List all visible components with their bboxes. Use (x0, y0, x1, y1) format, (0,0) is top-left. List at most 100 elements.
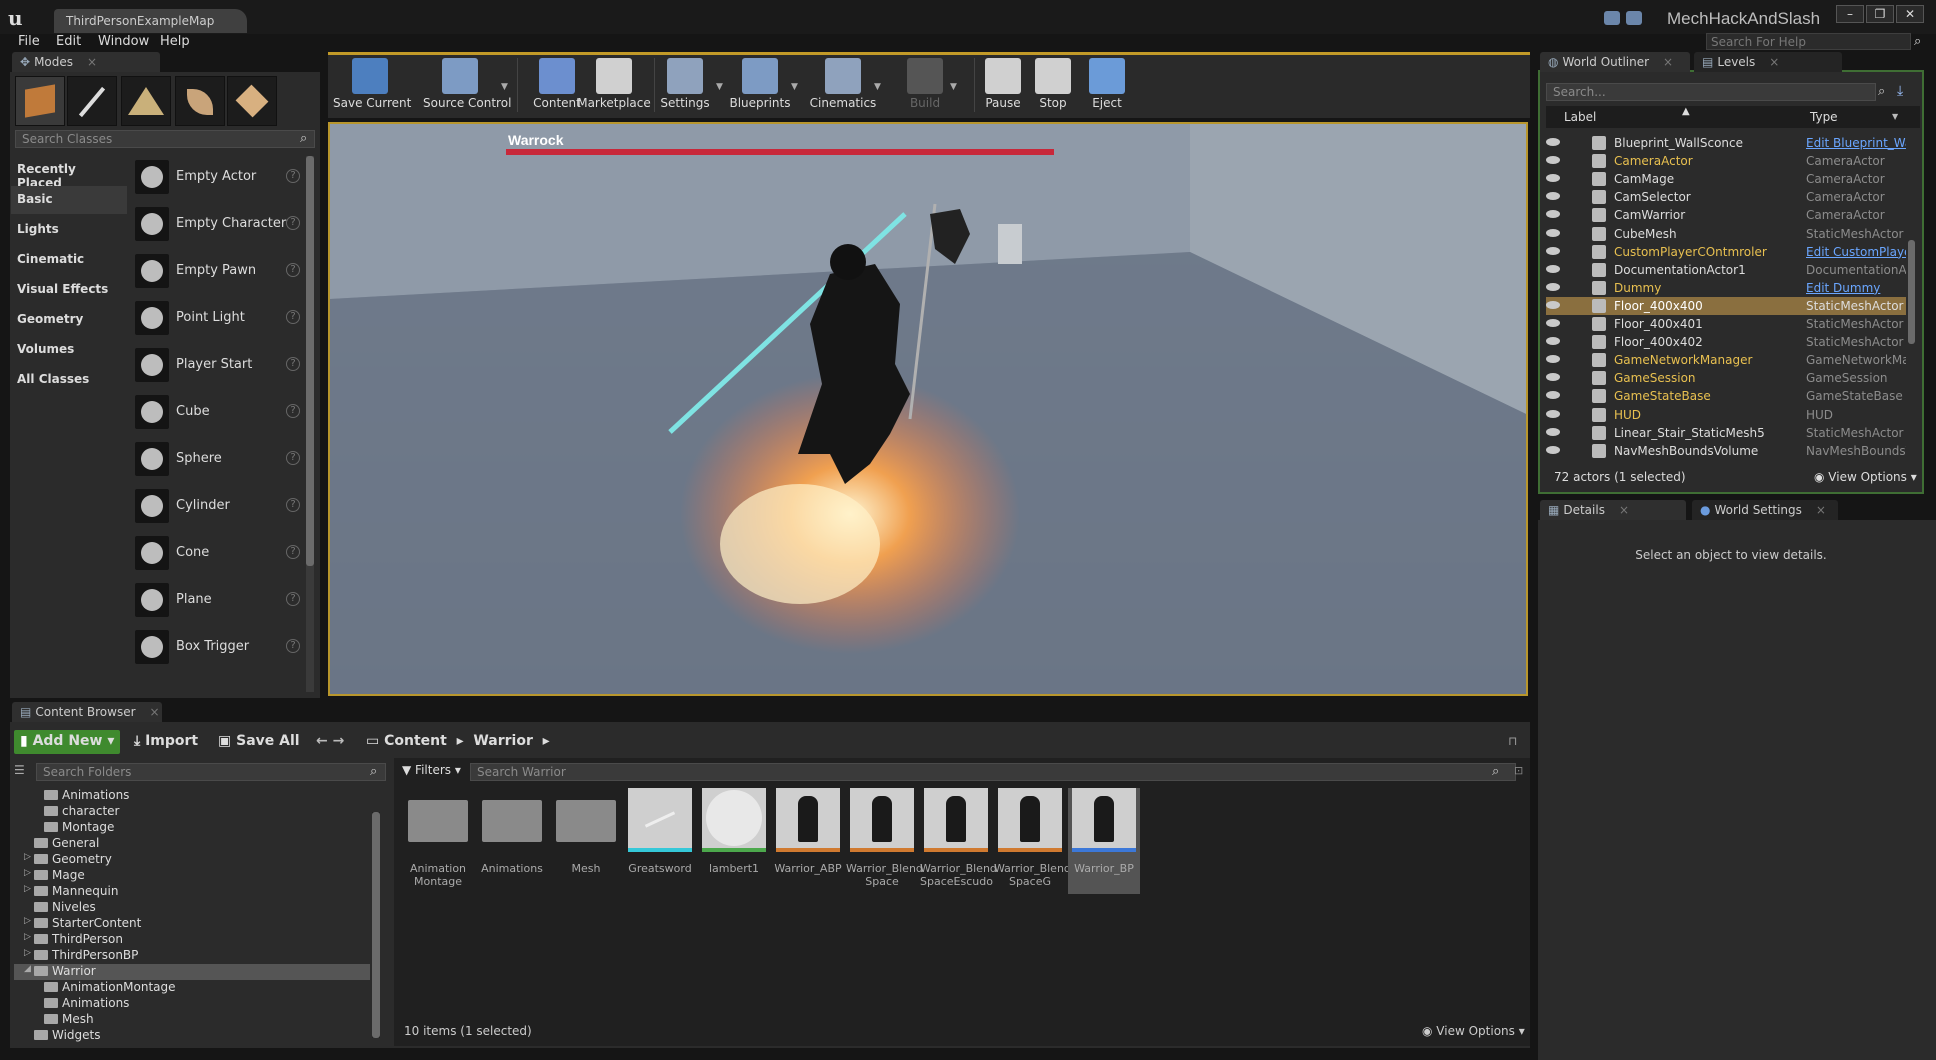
menu-edit[interactable]: Edit (56, 34, 81, 49)
asset-tile[interactable]: Mesh (550, 788, 622, 894)
place-item-cylinder[interactable]: Cylinder ? (130, 483, 302, 528)
close-icon[interactable]: × (1619, 503, 1629, 517)
help-icon[interactable]: ? (286, 263, 300, 277)
paint-mode-button[interactable] (67, 76, 117, 126)
help-icon[interactable]: ? (286, 169, 300, 183)
geometry-mode-button[interactable] (227, 76, 277, 126)
folder-scrollbar-thumb[interactable] (372, 812, 380, 1038)
expand-arrow-icon[interactable]: ◢ (24, 964, 31, 974)
forward-arrow-icon[interactable]: → (333, 733, 345, 749)
visibility-eye-icon[interactable] (1546, 355, 1560, 364)
search-classes-input[interactable]: Search Classes (15, 130, 315, 148)
place-item-empty-character[interactable]: Empty Character ? (130, 201, 302, 246)
outliner-row[interactable]: Linear_Stair_StaticMesh5 StaticMeshActor (1546, 424, 1906, 442)
help-icon[interactable]: ? (286, 310, 300, 324)
chevron-right-icon[interactable]: ▸ (538, 733, 550, 749)
level-viewport[interactable]: Warrock (328, 122, 1528, 696)
breadcrumb-warrior[interactable]: Warrior (473, 733, 533, 749)
modes-tab[interactable]: ✥ Modes × (12, 52, 160, 72)
place-item-plane[interactable]: Plane ? (130, 577, 302, 622)
actor-type[interactable]: Edit Blueprint_Wa (1806, 136, 1906, 150)
visibility-eye-icon[interactable] (1546, 282, 1560, 291)
actor-type[interactable]: Edit Dummy (1806, 281, 1906, 295)
folder-tree-item[interactable]: ▷ StarterContent (14, 916, 370, 932)
expand-arrow-icon[interactable]: ▷ (24, 852, 31, 862)
details-tab[interactable]: ▦ Details × (1540, 500, 1686, 520)
outliner-scrollbar-thumb[interactable] (1908, 240, 1915, 344)
folder-tree-item[interactable]: Niveles (14, 900, 370, 916)
dropdown-arrow-icon[interactable]: ▼ (874, 82, 881, 92)
toolbar-save-current-button[interactable]: Save Current (333, 56, 411, 112)
chat-icon[interactable] (1604, 11, 1620, 25)
dropdown-arrow-icon[interactable]: ▼ (791, 82, 798, 92)
visibility-eye-icon[interactable] (1546, 156, 1560, 165)
menu-window[interactable]: Window (98, 34, 149, 49)
close-icon[interactable]: × (1663, 55, 1673, 69)
dropdown-arrow-icon[interactable]: ▼ (950, 82, 957, 92)
category-visual-effects[interactable]: Visual Effects (11, 276, 127, 304)
category-all-classes[interactable]: All Classes (11, 366, 127, 394)
visibility-eye-icon[interactable] (1546, 427, 1560, 436)
visibility-eye-icon[interactable] (1546, 138, 1560, 146)
asset-tile[interactable]: lambert1 (698, 788, 770, 894)
folder-tree-item[interactable]: Montage (14, 820, 370, 836)
place-item-cone[interactable]: Cone ? (130, 530, 302, 575)
folder-tree-item[interactable]: Animations (14, 996, 370, 1012)
asset-tile[interactable]: Warrior_Blend SpaceEscudo (920, 788, 997, 894)
actor-type[interactable]: Edit CustomPlaye (1806, 245, 1906, 259)
close-icon[interactable]: × (1769, 55, 1779, 69)
category-volumes[interactable]: Volumes (11, 336, 127, 364)
expand-arrow-icon[interactable]: ▷ (24, 884, 31, 894)
asset-view-options[interactable]: ◉ View Options ▾ (1422, 1024, 1525, 1038)
dropdown-arrow-icon[interactable]: ▼ (716, 82, 723, 92)
asset-tile[interactable]: Animations (476, 788, 548, 894)
visibility-eye-icon[interactable] (1546, 373, 1560, 382)
outliner-row[interactable]: CamWarrior CameraActor (1546, 206, 1906, 224)
asset-tile[interactable]: Warrior_Blend Space (846, 788, 923, 894)
folder-tree-item[interactable]: ▷ ThirdPersonBP (14, 948, 370, 964)
toolbar-blueprints-button[interactable]: Blueprints (723, 56, 797, 112)
help-icon[interactable]: ? (286, 592, 300, 606)
level-tab[interactable]: ThirdPersonExampleMap (54, 9, 247, 33)
outliner-row[interactable]: CustomPlayerCOntmroler Edit CustomPlaye (1546, 243, 1906, 261)
search-icon[interactable]: ⌕ (300, 131, 307, 146)
outliner-row[interactable]: CubeMesh StaticMeshActor (1546, 225, 1906, 243)
toolbar-settings-button[interactable]: Settings (648, 56, 722, 112)
place-mode-button[interactable] (15, 76, 65, 126)
outliner-row[interactable]: HUD HUD (1546, 406, 1906, 424)
visibility-eye-icon[interactable] (1546, 391, 1560, 400)
menu-help[interactable]: Help (160, 34, 190, 49)
search-icon[interactable]: ⌕ (1878, 84, 1885, 99)
help-icon[interactable]: ? (286, 545, 300, 559)
outliner-row[interactable]: CameraActor CameraActor (1546, 152, 1906, 170)
asset-tile[interactable]: Warrior_Blend SpaceG (994, 788, 1071, 894)
world-outliner-tab[interactable]: ◍ World Outliner × (1540, 52, 1690, 72)
breadcrumb-content[interactable]: Content (384, 733, 447, 749)
lock-icon[interactable]: ⊓ (1508, 734, 1517, 748)
scrollbar-thumb[interactable] (306, 156, 314, 566)
close-icon[interactable]: × (150, 705, 160, 719)
category-recently-placed[interactable]: Recently Placed (11, 156, 127, 190)
place-item-box-trigger[interactable]: Box Trigger ? (130, 624, 302, 669)
world-settings-tab[interactable]: ● World Settings × (1692, 500, 1838, 520)
toolbar-eject-button[interactable]: Eject (1070, 56, 1144, 112)
help-icon[interactable]: ? (286, 498, 300, 512)
visibility-eye-icon[interactable] (1546, 174, 1560, 183)
save-all-button[interactable]: ▣ Save All (216, 730, 302, 754)
folder-tree-item[interactable]: General (14, 836, 370, 852)
folder-tree-item[interactable]: Widgets (14, 1028, 370, 1044)
folder-tree-item[interactable]: ▷ Geometry (14, 852, 370, 868)
visibility-eye-icon[interactable] (1546, 228, 1560, 237)
visibility-eye-icon[interactable] (1546, 192, 1560, 201)
label-column-header[interactable]: Label (1564, 110, 1596, 124)
outliner-row[interactable]: NavMeshBoundsVolume NavMeshBoundsV (1546, 442, 1906, 460)
search-icon[interactable]: ⌕ (1492, 764, 1499, 779)
outliner-row[interactable]: Dummy Edit Dummy (1546, 279, 1906, 297)
chevron-right-icon[interactable]: ▸ (452, 733, 469, 749)
back-arrow-icon[interactable]: ← (316, 733, 328, 749)
outliner-row[interactable]: CamMage CameraActor (1546, 170, 1906, 188)
outliner-row[interactable]: Floor_400x401 StaticMeshActor (1546, 315, 1906, 333)
foliage-mode-button[interactable] (175, 76, 225, 126)
column-options-icon[interactable]: ▼ (1892, 112, 1898, 121)
place-item-cube[interactable]: Cube ? (130, 389, 302, 434)
